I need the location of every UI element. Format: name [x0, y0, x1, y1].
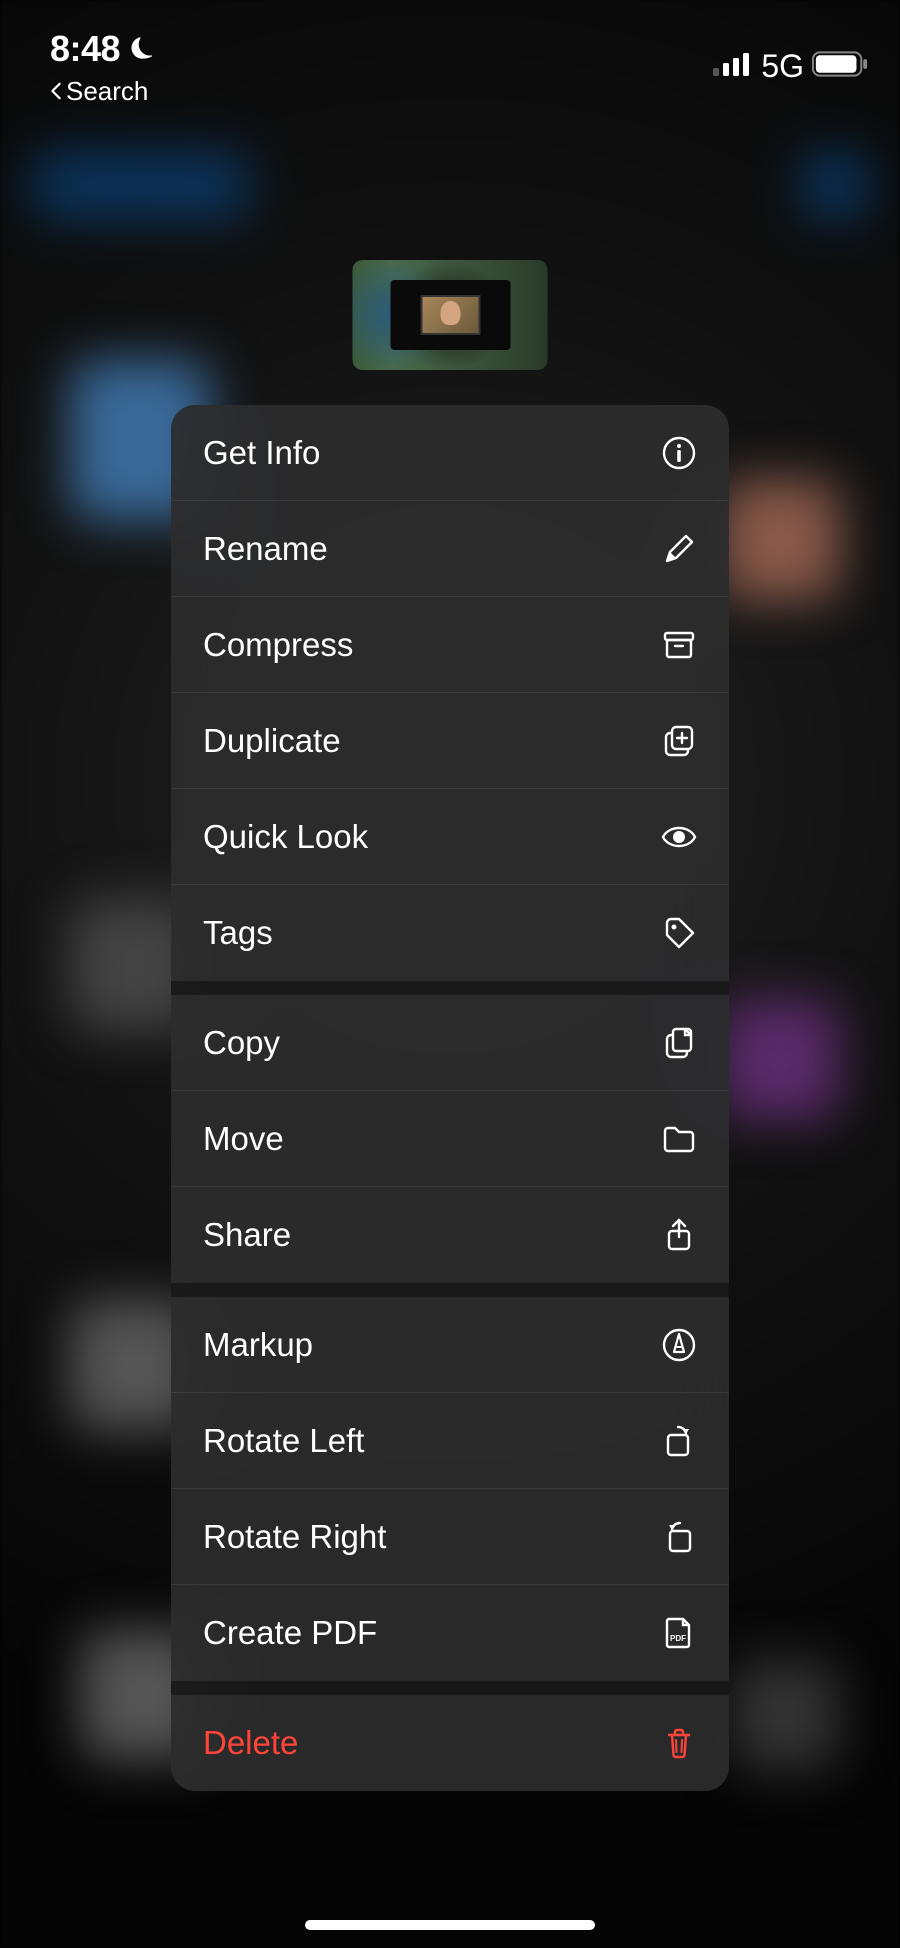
menu-label: Move: [203, 1120, 284, 1158]
duplicate-icon: [661, 723, 697, 759]
menu-label: Tags: [203, 914, 273, 952]
context-menu: Get Info Rename Compress Duplicate Quick Loo…: [171, 405, 729, 1791]
menu-group: Get Info Rename Compress Duplicate Quick Loo…: [171, 405, 729, 981]
menu-label: Delete: [203, 1724, 298, 1762]
menu-item-duplicate[interactable]: Duplicate: [171, 693, 729, 789]
menu-item-compress[interactable]: Compress: [171, 597, 729, 693]
menu-label: Create PDF: [203, 1614, 377, 1652]
rotate-left-icon: [661, 1423, 697, 1459]
menu-group: Copy Move Share: [171, 995, 729, 1283]
menu-item-rename[interactable]: Rename: [171, 501, 729, 597]
menu-group-divider: [171, 1681, 729, 1695]
breadcrumb-label: Search: [66, 76, 148, 107]
copy-icon: [661, 1025, 697, 1061]
markup-icon: [661, 1327, 697, 1363]
menu-label: Duplicate: [203, 722, 341, 760]
menu-label: Rename: [203, 530, 328, 568]
menu-group-divider: [171, 981, 729, 995]
menu-group: Markup Rotate Left Rotate Right Create PDF: [171, 1297, 729, 1681]
menu-item-delete[interactable]: Delete: [171, 1695, 729, 1791]
menu-label: Quick Look: [203, 818, 368, 856]
menu-label: Rotate Right: [203, 1518, 386, 1556]
menu-item-rotate-right[interactable]: Rotate Right: [171, 1489, 729, 1585]
trash-icon: [661, 1725, 697, 1761]
chevron-left-icon: [50, 76, 62, 107]
menu-label: Share: [203, 1216, 291, 1254]
menu-item-tags[interactable]: Tags: [171, 885, 729, 981]
rotate-right-icon: [661, 1519, 697, 1555]
pdf-icon: [661, 1615, 697, 1651]
menu-label: Get Info: [203, 434, 320, 472]
status-time: 8:48: [50, 28, 120, 70]
moon-icon: [128, 33, 156, 66]
status-bar: 8:48 Search 5G: [0, 0, 900, 110]
share-icon: [661, 1217, 697, 1253]
menu-item-get-info[interactable]: Get Info: [171, 405, 729, 501]
archive-icon: [661, 627, 697, 663]
menu-label: Copy: [203, 1024, 280, 1062]
battery-icon: [812, 50, 870, 83]
menu-item-move[interactable]: Move: [171, 1091, 729, 1187]
eye-icon: [661, 819, 697, 855]
menu-label: Compress: [203, 626, 353, 664]
folder-icon: [661, 1121, 697, 1157]
menu-item-rotate-left[interactable]: Rotate Left: [171, 1393, 729, 1489]
menu-label: Rotate Left: [203, 1422, 364, 1460]
pencil-icon: [661, 531, 697, 567]
menu-item-copy[interactable]: Copy: [171, 995, 729, 1091]
network-label: 5G: [761, 48, 804, 85]
breadcrumb-back[interactable]: Search: [50, 76, 148, 107]
menu-label: Markup: [203, 1326, 313, 1364]
menu-item-create-pdf[interactable]: Create PDF: [171, 1585, 729, 1681]
home-indicator[interactable]: [305, 1920, 595, 1930]
menu-group-divider: [171, 1283, 729, 1297]
menu-group: Delete: [171, 1695, 729, 1791]
menu-item-quick-look[interactable]: Quick Look: [171, 789, 729, 885]
menu-item-share[interactable]: Share: [171, 1187, 729, 1283]
tag-icon: [661, 915, 697, 951]
info-icon: [661, 435, 697, 471]
menu-item-markup[interactable]: Markup: [171, 1297, 729, 1393]
file-preview-thumbnail[interactable]: [353, 260, 548, 370]
cellular-signal-icon: [713, 52, 753, 81]
